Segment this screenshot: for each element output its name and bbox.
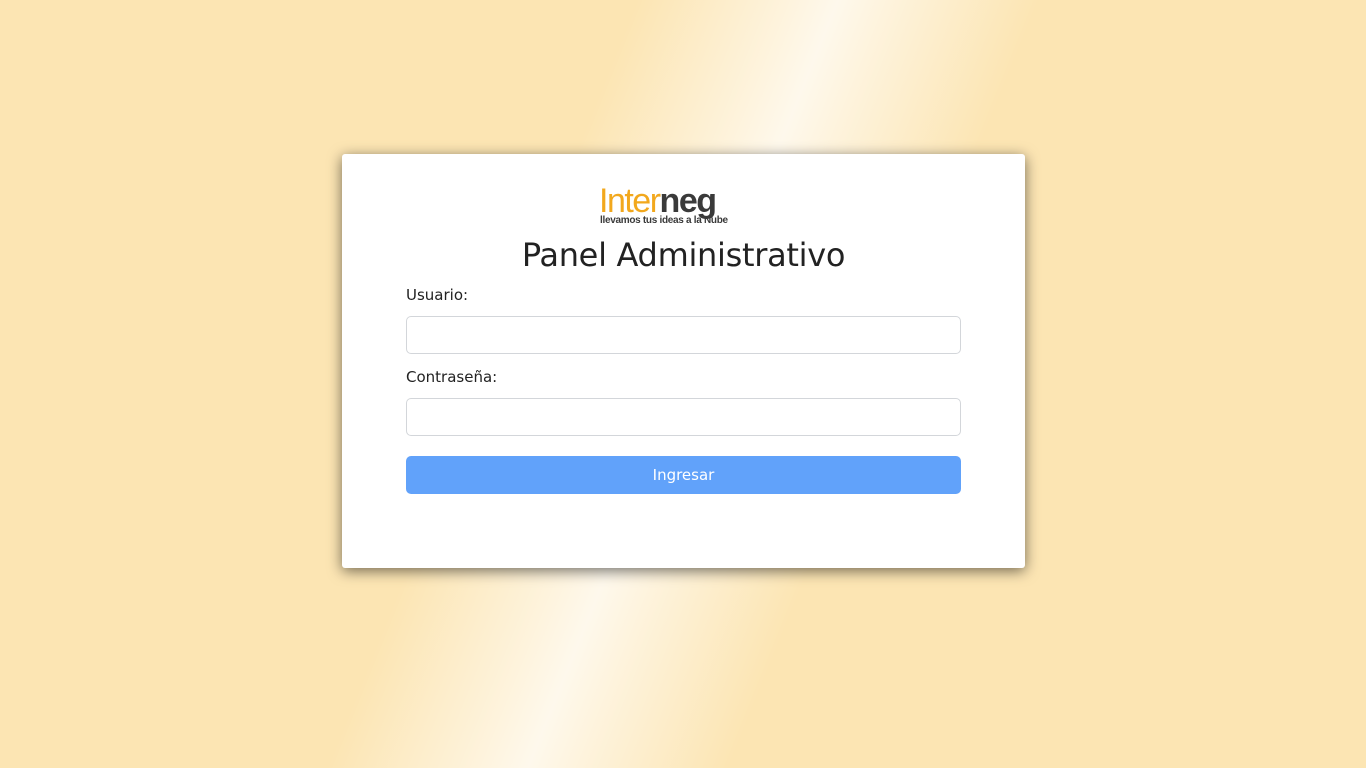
interneg-logo: Interneg llevamos tus ideas a la Nube bbox=[599, 182, 769, 228]
username-label: Usuario: bbox=[406, 286, 469, 304]
password-label: Contraseña: bbox=[406, 368, 498, 386]
page-title: Panel Administrativo bbox=[521, 236, 846, 274]
username-input[interactable] bbox=[406, 316, 961, 354]
login-card: Interneg llevamos tus ideas a la Nube Pa… bbox=[342, 154, 1025, 568]
password-input[interactable] bbox=[406, 398, 961, 436]
logo-tagline: llevamos tus ideas a la Nube bbox=[600, 215, 728, 226]
login-button[interactable]: Ingresar bbox=[406, 456, 961, 494]
